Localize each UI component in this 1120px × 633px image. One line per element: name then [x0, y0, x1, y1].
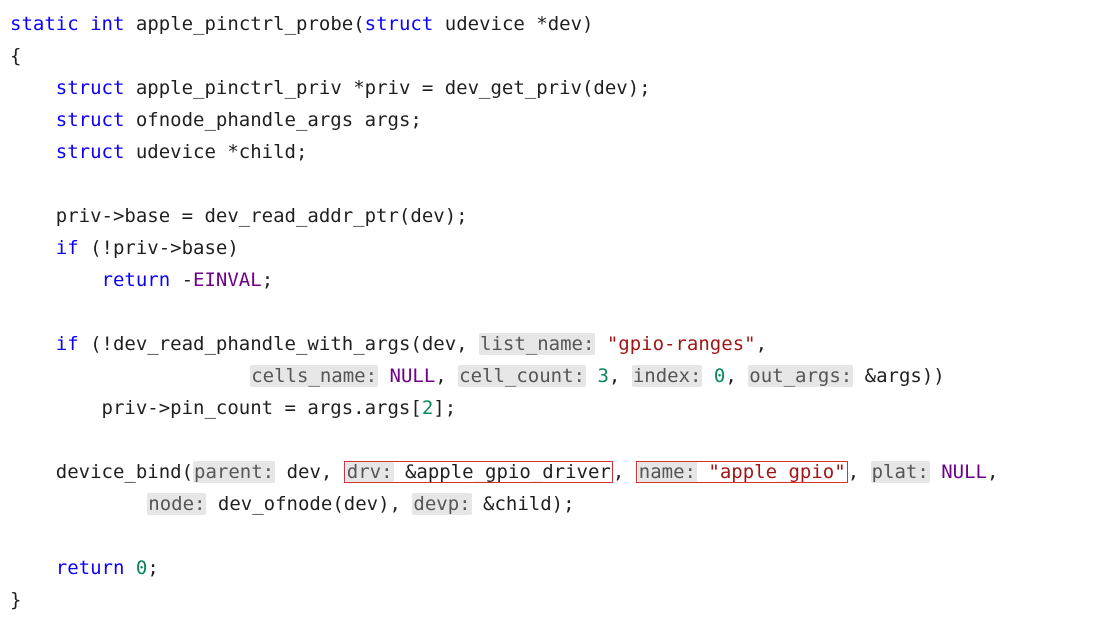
type-1: apple_pinctrl_priv [136, 77, 342, 99]
kw-struct-param: struct [365, 13, 434, 35]
kw-return-1: return [102, 269, 171, 291]
arg-parent: dev, [275, 461, 344, 483]
ret1-semi: ; [262, 269, 273, 291]
kw-struct-1: struct [56, 77, 125, 99]
kw-return-2: return [56, 557, 125, 579]
sep3: , [725, 365, 748, 387]
func-name: apple_pinctrl_probe [136, 13, 353, 35]
if2-cont1: , [756, 333, 767, 355]
hint-node: node: [147, 493, 206, 515]
kw-if-1: if [56, 237, 79, 259]
hint-devp: devp: [412, 493, 471, 515]
pin-line-a: priv->pin_count = args.args[ [102, 397, 422, 419]
kw-static: static [10, 13, 79, 35]
brace-open: { [10, 45, 21, 67]
kw-if-2: if [56, 333, 79, 355]
arg-index: 0 [714, 365, 725, 387]
sep2: , [609, 365, 632, 387]
if2-open: (!dev_read_phandle_with_args(dev, [79, 333, 479, 355]
box-name: name: "apple_gpio" [636, 461, 848, 483]
code-block: static int apple_pinctrl_probe(struct ud… [0, 0, 1120, 624]
body-1: priv->base = dev_read_addr_ptr(dev); [56, 205, 468, 227]
hint-cell-count: cell_count: [458, 365, 586, 387]
hint-list-name: list_name: [479, 333, 595, 355]
decl-1-rest: *priv = dev_get_priv(dev); [342, 77, 651, 99]
hint-out-args: out_args: [748, 365, 853, 387]
hint-parent: parent: [193, 461, 275, 483]
decl-2-rest: ofnode_phandle_args args; [124, 109, 421, 131]
brace-close: } [10, 589, 21, 611]
arg-node: dev_ofnode(dev), [206, 493, 412, 515]
kw-int: int [90, 13, 124, 35]
sp-idx [702, 365, 713, 387]
decl-3-rest: udevice *child; [124, 141, 307, 163]
ret1-rest: - [170, 269, 193, 291]
sp-cc [586, 365, 597, 387]
hint-cells-name: cells_name: [250, 365, 378, 387]
param-rest: udevice *dev [445, 13, 582, 35]
hint-drv: drv: [346, 461, 394, 483]
line-signature: static int apple_pinctrl_probe(struct ud… [10, 13, 594, 35]
arg-drv: &apple_gpio_driver [394, 461, 611, 483]
db-sep2: , [848, 461, 871, 483]
db-sep1: , [613, 461, 636, 483]
sp-plat [930, 461, 941, 483]
box-drv: drv: &apple_gpio_driver [344, 461, 613, 483]
db-sep3: , [987, 461, 998, 483]
const-einval: EINVAL [193, 269, 262, 291]
arg-cell-count: 3 [597, 365, 608, 387]
kw-struct-3: struct [56, 141, 125, 163]
arg-devp: &child); [472, 493, 575, 515]
ret2-sp [124, 557, 135, 579]
ret2-semi: ; [147, 557, 158, 579]
sp-cn [378, 365, 389, 387]
arg-cells-name: NULL [390, 365, 436, 387]
hint-index: index: [632, 365, 703, 387]
kw-struct-2: struct [56, 109, 125, 131]
pin-idx: 2 [422, 397, 433, 419]
arg-out-args: &args)) [853, 365, 945, 387]
db-open: device_bind( [56, 461, 193, 483]
pin-line-b: ]; [433, 397, 456, 419]
arg-plat: NULL [941, 461, 987, 483]
ret2-val: 0 [136, 557, 147, 579]
if1-cond: (!priv->base) [79, 237, 239, 259]
hint-plat: plat: [871, 461, 930, 483]
hint-name: name: [638, 461, 697, 483]
sep1: , [435, 365, 458, 387]
arg-name: "apple_gpio" [697, 461, 846, 483]
arg-list-name: "gpio-ranges" [595, 333, 755, 355]
